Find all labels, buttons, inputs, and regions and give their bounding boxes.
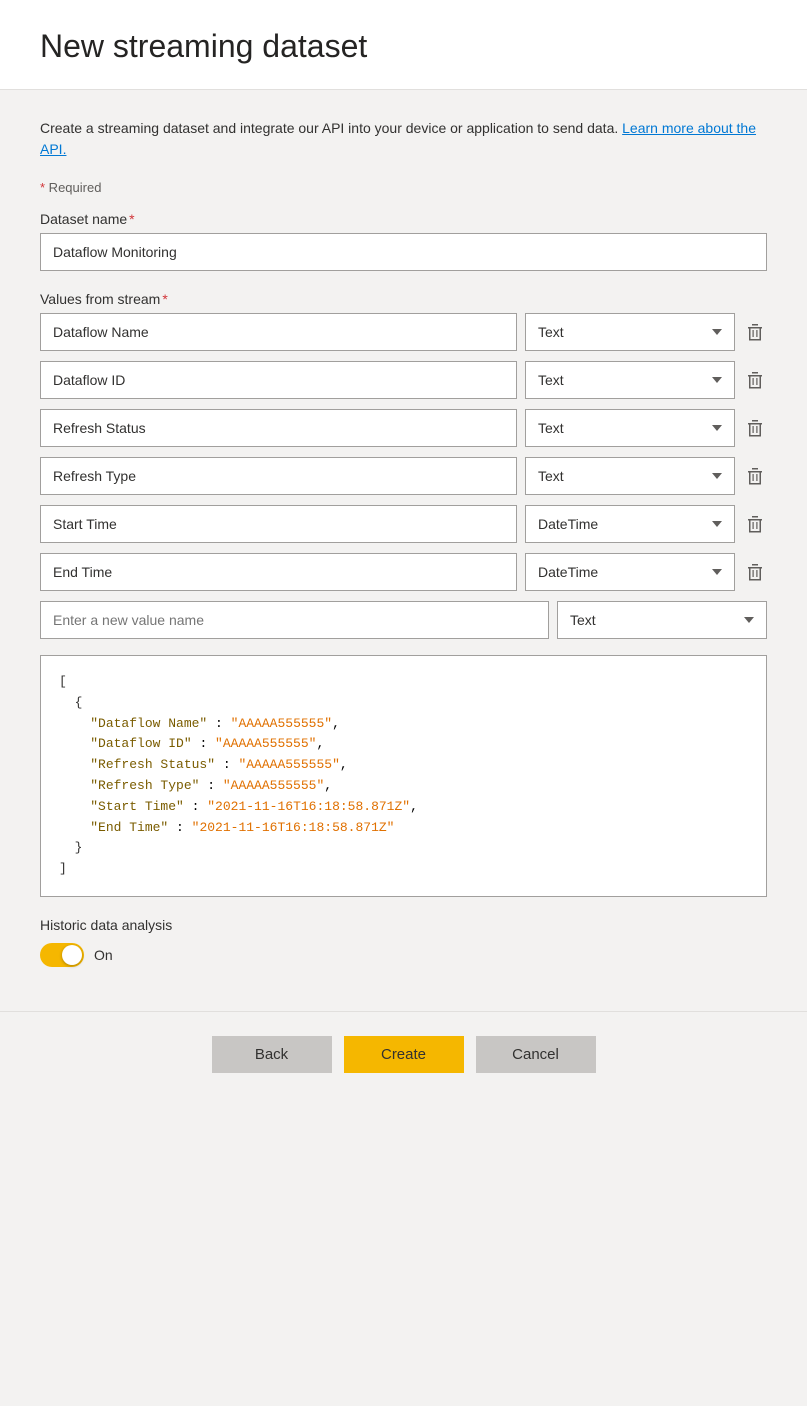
row-type-select-4[interactable]: Text Number DateTime Boolean bbox=[525, 505, 735, 543]
delete-row-button-2[interactable] bbox=[743, 415, 767, 441]
dataset-name-label: Dataset name* bbox=[40, 211, 767, 227]
row-type-select-0[interactable]: Text Number DateTime Boolean bbox=[525, 313, 735, 351]
delete-row-button-3[interactable] bbox=[743, 463, 767, 489]
stream-row-0: Text Number DateTime Boolean bbox=[40, 313, 767, 351]
required-note: * Required bbox=[40, 180, 767, 195]
description-text: Create a streaming dataset and integrate… bbox=[40, 118, 767, 160]
historic-data-label: Historic data analysis bbox=[40, 917, 767, 933]
new-value-type-select[interactable]: Text Number DateTime Boolean bbox=[557, 601, 767, 639]
row-type-select-2[interactable]: Text Number DateTime Boolean bbox=[525, 409, 735, 447]
historic-toggle[interactable] bbox=[40, 943, 84, 967]
new-value-row: Text Number DateTime Boolean bbox=[40, 601, 767, 639]
delete-row-button-1[interactable] bbox=[743, 367, 767, 393]
footer-actions: Back Create Cancel bbox=[0, 1011, 807, 1097]
stream-row-5: Text Number DateTime Boolean bbox=[40, 553, 767, 591]
values-from-stream-label: Values from stream* bbox=[40, 291, 767, 307]
row-name-input-2[interactable] bbox=[40, 409, 517, 447]
back-button[interactable]: Back bbox=[212, 1036, 332, 1073]
new-value-name-input[interactable] bbox=[40, 601, 549, 639]
cancel-button[interactable]: Cancel bbox=[476, 1036, 596, 1073]
stream-row-4: Text Number DateTime Boolean bbox=[40, 505, 767, 543]
historic-section: Historic data analysis On bbox=[40, 917, 767, 967]
toggle-state-label: On bbox=[94, 947, 113, 963]
delete-row-button-0[interactable] bbox=[743, 319, 767, 345]
row-name-input-4[interactable] bbox=[40, 505, 517, 543]
page-title: New streaming dataset bbox=[40, 28, 767, 65]
stream-row-1: Text Number DateTime Boolean bbox=[40, 361, 767, 399]
stream-row-3: Text Number DateTime Boolean bbox=[40, 457, 767, 495]
json-preview: [ { "Dataflow Name" : "AAAAA555555", "Da… bbox=[40, 655, 767, 897]
row-name-input-1[interactable] bbox=[40, 361, 517, 399]
row-name-input-5[interactable] bbox=[40, 553, 517, 591]
dataset-name-input[interactable] bbox=[40, 233, 767, 271]
row-name-input-0[interactable] bbox=[40, 313, 517, 351]
row-type-select-5[interactable]: Text Number DateTime Boolean bbox=[525, 553, 735, 591]
create-button[interactable]: Create bbox=[344, 1036, 464, 1073]
delete-row-button-5[interactable] bbox=[743, 559, 767, 585]
row-type-select-3[interactable]: Text Number DateTime Boolean bbox=[525, 457, 735, 495]
row-type-select-1[interactable]: Text Number DateTime Boolean bbox=[525, 361, 735, 399]
stream-row-2: Text Number DateTime Boolean bbox=[40, 409, 767, 447]
delete-row-button-4[interactable] bbox=[743, 511, 767, 537]
row-name-input-3[interactable] bbox=[40, 457, 517, 495]
